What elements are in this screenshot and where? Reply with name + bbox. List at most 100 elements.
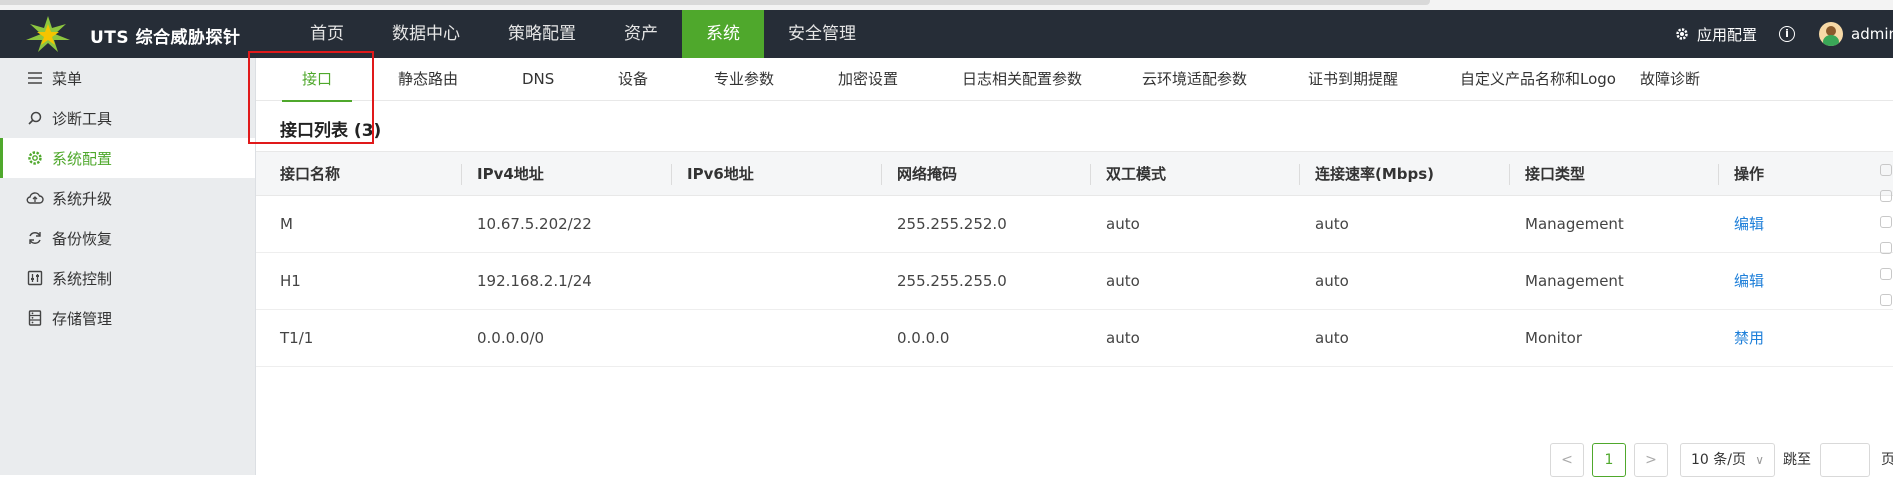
nav-item-data-center[interactable]: 数据中心 [368, 10, 484, 58]
jump-label: 跳至 [1783, 452, 1811, 468]
sidebar-item-label: 系统控制 [52, 269, 113, 288]
gear-icon [1676, 28, 1688, 40]
tab-static-route[interactable]: 静态路由 [398, 58, 458, 101]
netmask-cell: 255.255.255.0 [897, 272, 1007, 290]
horizontal-scrollbar[interactable] [0, 0, 1430, 5]
sidebar-item-label: 存储管理 [52, 309, 113, 328]
tab-cert-expiry-reminder[interactable]: 证书到期提醒 [1308, 58, 1398, 101]
app-title: UTS 综合威胁探针 [90, 28, 241, 48]
refresh-icon [26, 229, 44, 247]
navbar-right: 应用配置 i admin [1675, 10, 1893, 58]
interface-type-cell: Management [1525, 272, 1624, 290]
tab-professional-params[interactable]: 专业参数 [714, 58, 774, 101]
edit-icon[interactable] [1880, 216, 1892, 228]
info-icon[interactable]: i [1779, 26, 1796, 42]
interface-name-cell: M [280, 215, 293, 233]
sidebar-item-system-config[interactable]: 系统配置 [0, 138, 255, 178]
sidebar-item-menu[interactable]: 菜单 [0, 58, 255, 98]
disable-link[interactable]: 禁用 [1734, 310, 1764, 367]
sidebar-item-label: 菜单 [52, 69, 83, 88]
tab-interface[interactable]: 接口 [281, 58, 353, 102]
ipv4-cell: 0.0.0.0/0 [477, 329, 545, 347]
share-icon[interactable] [1880, 294, 1892, 306]
column-divider [881, 164, 882, 185]
home-icon[interactable] [1880, 242, 1892, 254]
interface-name-cell: T1/1 [280, 329, 314, 347]
gear-icon [26, 149, 44, 167]
main-nav: 首页 数据中心 策略配置 资产 系统 安全管理 [286, 10, 880, 58]
page-suffix-label: 页 [1881, 452, 1893, 468]
menu-icon [26, 69, 44, 87]
page-button-current[interactable]: 1 [1592, 443, 1626, 477]
sidebar-item-label: 系统配置 [52, 149, 113, 168]
table-row: H1 192.168.2.1/24 255.255.255.0 auto aut… [256, 253, 1893, 310]
table-row: T1/1 0.0.0.0/0 0.0.0.0 auto auto Monitor… [256, 310, 1893, 367]
jump-page-input[interactable] [1820, 443, 1870, 477]
tab-encryption-settings[interactable]: 加密设置 [838, 58, 898, 101]
interface-name-cell: H1 [280, 272, 301, 290]
sidebar-item-backup-restore[interactable]: 备份恢复 [0, 218, 255, 258]
netmask-cell: 0.0.0.0 [897, 329, 950, 347]
column-divider [1299, 164, 1300, 185]
page-size-select[interactable]: 10 条/页 ∨ [1680, 443, 1775, 477]
tab-fault-diagnosis[interactable]: 故障诊断 [1640, 58, 1700, 101]
tab-log-params[interactable]: 日志相关配置参数 [962, 58, 1082, 101]
duplex-cell: auto [1106, 329, 1140, 347]
username: admin [1851, 25, 1893, 43]
ipv4-cell: 192.168.2.1/24 [477, 272, 592, 290]
user-menu[interactable]: admin [1819, 22, 1893, 46]
sidebar-item-label: 备份恢复 [52, 229, 113, 248]
edit-link[interactable]: 编辑 [1734, 253, 1764, 310]
edit-link[interactable]: 编辑 [1734, 196, 1764, 253]
tab-custom-product-name-logo[interactable]: 自定义产品名称和Logo [1460, 58, 1616, 101]
app-config-label: 应用配置 [1697, 25, 1758, 44]
control-icon [26, 269, 44, 287]
next-page-button[interactable]: > [1634, 443, 1668, 477]
prev-page-button[interactable]: < [1550, 443, 1584, 477]
nav-item-assets[interactable]: 资产 [600, 10, 682, 58]
chevron-down-icon: ∨ [1755, 453, 1764, 467]
ipv4-cell: 10.67.5.202/22 [477, 215, 592, 233]
nav-item-policy-config[interactable]: 策略配置 [484, 10, 600, 58]
column-header: IPv4地址 [477, 165, 544, 183]
column-divider [1718, 164, 1719, 185]
top-navbar: UTS 综合威胁探针 首页 数据中心 策略配置 资产 系统 安全管理 应用配置 … [0, 10, 1893, 58]
sidebar-item-diagnostic-tools[interactable]: 诊断工具 [0, 98, 255, 138]
table-row: M 10.67.5.202/22 255.255.252.0 auto auto… [256, 196, 1893, 253]
star-icon[interactable] [1880, 164, 1892, 176]
chat-icon[interactable] [1880, 190, 1892, 202]
interface-type-cell: Monitor [1525, 329, 1583, 347]
sidebar-item-system-upgrade[interactable]: 系统升级 [0, 178, 255, 218]
nav-item-security-management[interactable]: 安全管理 [764, 10, 880, 58]
column-divider [461, 164, 462, 185]
nav-item-system[interactable]: 系统 [682, 10, 764, 58]
tab-dns[interactable]: DNS [522, 58, 554, 101]
sidebar: 菜单 诊断工具 系统配置 系统升级 备份恢复 系统控制 存储管理 [0, 58, 256, 475]
copy-icon[interactable] [1880, 268, 1892, 280]
tab-device[interactable]: 设备 [618, 58, 648, 101]
cloud-upload-icon [26, 189, 44, 207]
column-header: 网络掩码 [897, 165, 958, 183]
pagination: < 1 > 10 条/页 ∨ 跳至 页 [256, 443, 1893, 477]
search-icon [26, 109, 44, 127]
column-header: 双工模式 [1106, 165, 1167, 183]
tab-cloud-env-params[interactable]: 云环境适配参数 [1142, 58, 1247, 101]
speed-cell: auto [1315, 215, 1349, 233]
column-header: IPv6地址 [687, 165, 754, 183]
interface-table: 接口名称 IPv4地址 IPv6地址 网络掩码 双工模式 连接速率(Mbps) … [256, 151, 1893, 367]
speed-cell: auto [1315, 329, 1349, 347]
sidebar-item-system-control[interactable]: 系统控制 [0, 258, 255, 298]
app-config-button[interactable]: 应用配置 [1675, 24, 1757, 45]
floating-toolbar [1878, 150, 1893, 380]
nav-item-home[interactable]: 首页 [286, 10, 368, 58]
interface-type-cell: Management [1525, 215, 1624, 233]
sidebar-item-label: 系统升级 [52, 189, 113, 208]
sidebar-item-label: 诊断工具 [52, 109, 113, 128]
column-header: 连接速率(Mbps) [1315, 165, 1435, 183]
duplex-cell: auto [1106, 215, 1140, 233]
column-divider [1090, 164, 1091, 185]
avatar [1819, 22, 1844, 46]
browser-scroll-strip [0, 0, 1893, 10]
sidebar-item-storage-management[interactable]: 存储管理 [0, 298, 255, 338]
column-divider [671, 164, 672, 185]
